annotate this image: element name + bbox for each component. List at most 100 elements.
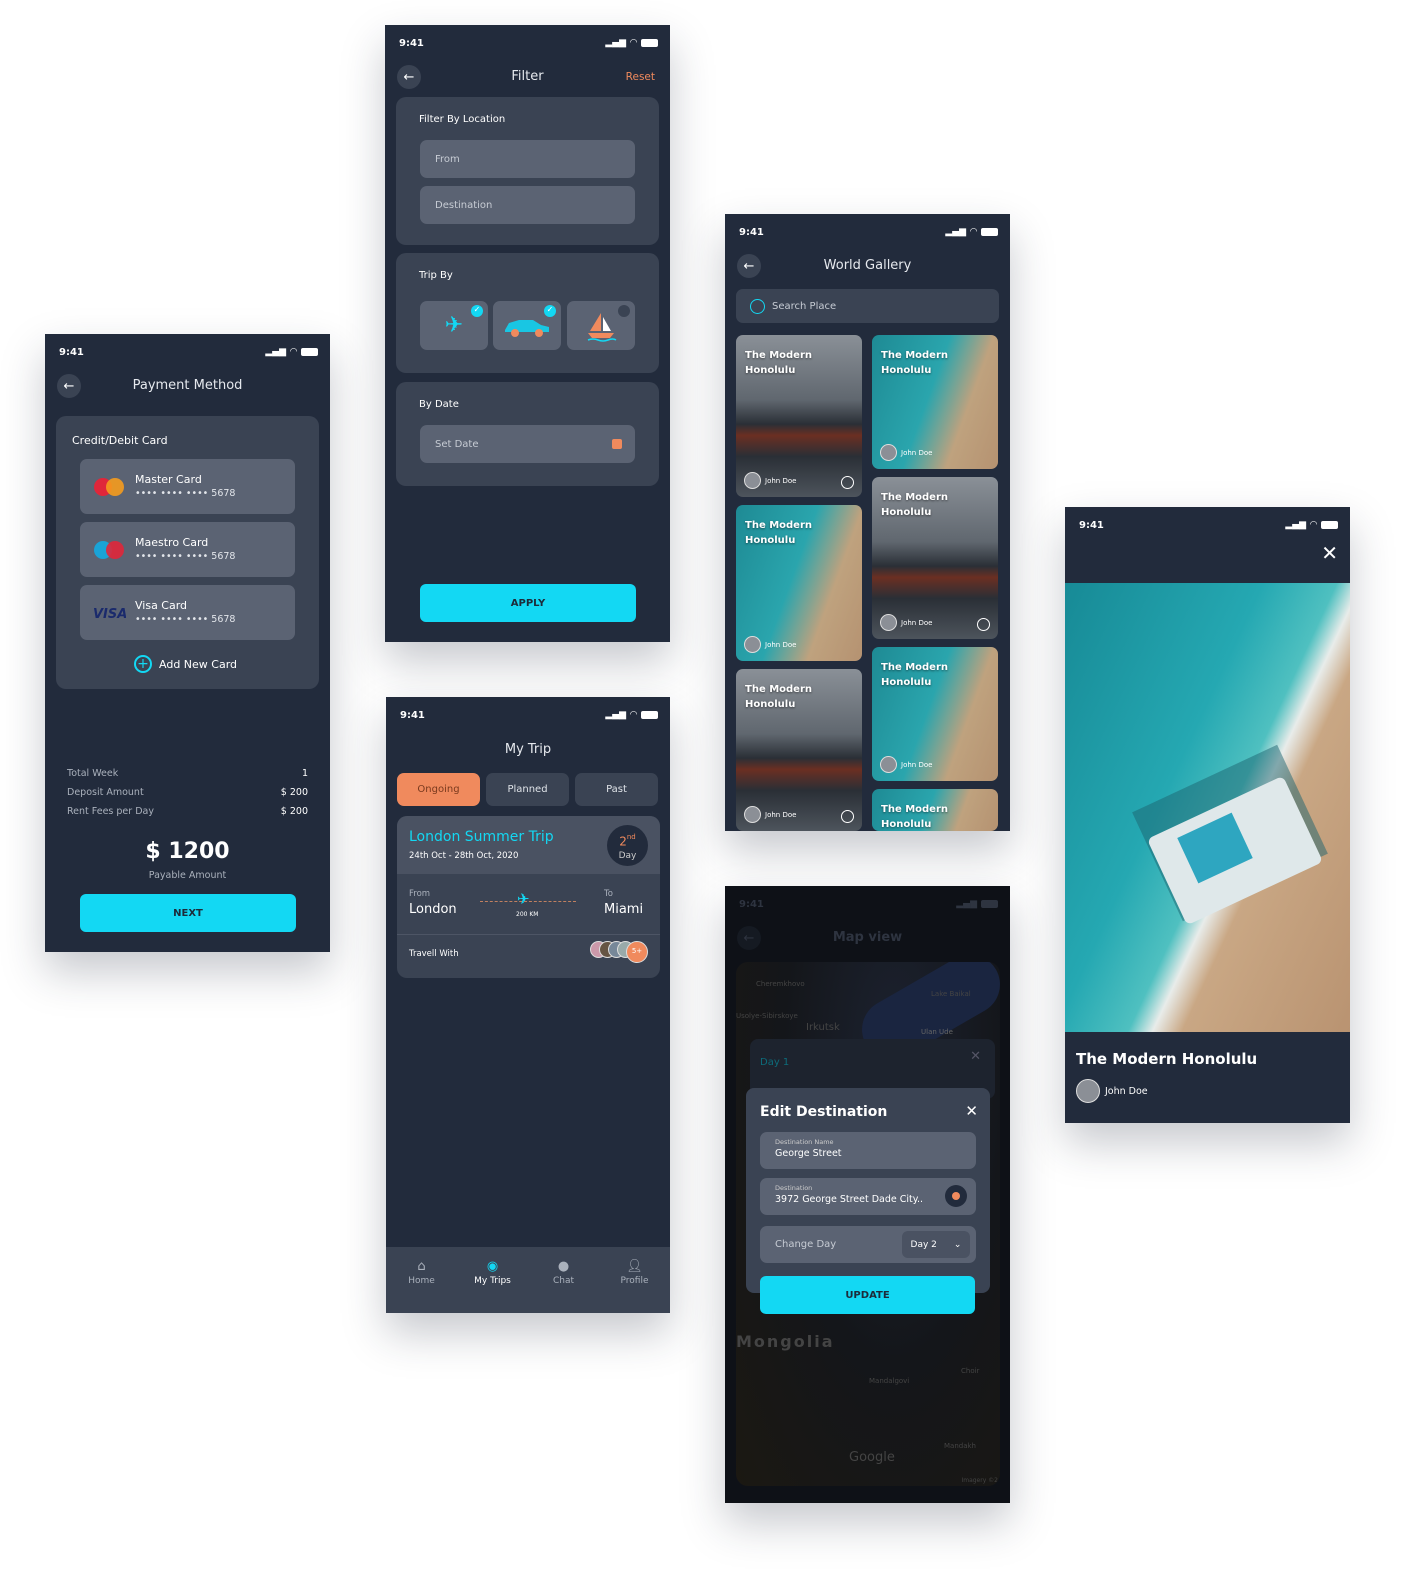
from-city: London — [409, 902, 457, 917]
card-maestro[interactable]: Maestro Card •••• •••• •••• 5678 — [80, 522, 295, 577]
date-input[interactable]: Set Date — [420, 425, 635, 463]
gallery-item[interactable]: The Modern Honolulu John Doe — [736, 335, 862, 497]
close-button[interactable]: ✕ — [965, 1102, 978, 1120]
day-badge: 2nd Day — [607, 825, 648, 866]
map-label-ulan-ude: Ulan Ude — [921, 1028, 953, 1036]
next-button[interactable]: NEXT — [80, 894, 296, 932]
plane-icon: ✈ — [517, 890, 530, 908]
filter-screen: 9:41 ▂▄▆ ◠ ← Filter Reset Filter By Locati… — [385, 25, 670, 642]
author[interactable]: John Doe — [1076, 1079, 1148, 1103]
my-trip-screen: 9:41 ▂▄▆ ◠ My Trip Ongoing Planned Past Lo… — [386, 697, 670, 1313]
globe-icon[interactable] — [841, 810, 854, 823]
section-label: Credit/Debit Card — [72, 434, 168, 447]
tab-ongoing[interactable]: Ongoing — [397, 773, 480, 806]
status-bar: 9:41 ▂▄▆ ◠ — [59, 344, 318, 360]
distance: 200 KM — [516, 911, 539, 918]
author: John Doe — [880, 756, 932, 773]
battery-icon — [1321, 521, 1338, 529]
globe-icon[interactable] — [977, 618, 990, 631]
trip-card[interactable]: London Summer Trip 24th Oct - 28th Oct, … — [397, 816, 660, 978]
signal-icon: ▂▄▆ — [265, 347, 287, 357]
wifi-icon: ◠ — [630, 710, 637, 720]
destination-input[interactable]: Destination — [420, 186, 635, 224]
mastercard-logo — [94, 478, 124, 496]
avatar — [880, 756, 897, 773]
gallery-item[interactable]: The Modern Honolulu John Doe — [736, 505, 862, 661]
add-card-button[interactable]: + Add New Card — [134, 655, 237, 673]
trip-option-plane[interactable]: ✈ ✓ — [420, 301, 488, 350]
companion-avatars[interactable]: 5+ — [590, 941, 648, 963]
gallery-item[interactable]: The Modern Honolulu — [872, 789, 998, 831]
gallery-item[interactable]: The Modern Honolulu John Doe — [872, 477, 998, 639]
location-panel: Filter By Location From Destination — [396, 97, 659, 245]
status-bar: 9:41 ▂▄▆ ◠ — [1079, 517, 1338, 533]
status-bar: 9:41 ▂▄▆ ◠ — [399, 35, 658, 51]
trip-dates: 24th Oct - 28th Oct, 2020 — [409, 851, 519, 861]
gallery-item[interactable]: The Modern Honolulu John Doe — [736, 669, 862, 831]
battery-icon — [641, 711, 658, 719]
update-button[interactable]: UPDATE — [760, 1276, 975, 1314]
wifi-icon: ◠ — [290, 347, 297, 357]
gallery-item-title: The Modern Honolulu — [881, 492, 949, 518]
photo-detail-screen: 9:41 ▂▄▆ ◠ ✕ The Modern Honolulu John Doe — [1065, 507, 1350, 1123]
avatar — [880, 614, 897, 631]
summary-row: Rent Fees per Day $ 200 — [67, 806, 308, 817]
nav-chat[interactable]: ● Chat — [534, 1259, 594, 1313]
signal-icon: ▂▄▆ — [605, 38, 627, 48]
page-title: Payment Method — [132, 378, 243, 393]
gallery-item-title: The Modern Honolulu — [881, 804, 949, 830]
page-title: World Gallery — [823, 258, 912, 273]
close-button[interactable]: ✕ — [1321, 541, 1338, 565]
globe-icon[interactable] — [841, 476, 854, 489]
trip-option-car[interactable]: ✓ — [493, 301, 561, 350]
plane-icon: ✈ — [444, 313, 464, 338]
trip-option-boat[interactable] — [567, 301, 635, 350]
change-day-row: Change Day Day 2 ⌄ — [760, 1226, 976, 1263]
nav-home[interactable]: ⌂ Home — [392, 1259, 452, 1313]
photo-title: The Modern Honolulu — [1076, 1050, 1258, 1068]
author: John Doe — [880, 444, 932, 461]
gallery-item[interactable]: The Modern Honolulu John Doe — [872, 335, 998, 469]
svg-text:VISA: VISA — [93, 607, 126, 622]
day-select[interactable]: Day 2 ⌄ — [902, 1231, 970, 1258]
author: John Doe — [744, 636, 796, 653]
signal-icon: ▂▄▆ — [945, 227, 967, 237]
battery-icon — [641, 39, 658, 47]
tab-past[interactable]: Past — [575, 773, 658, 806]
card-panel: Credit/Debit Card Master Card •••• •••• •… — [56, 416, 319, 689]
plus-circle-icon: + — [134, 655, 152, 673]
search-input[interactable]: Search Place — [736, 289, 999, 323]
destination-name-input[interactable]: Destination Name George Street — [760, 1132, 976, 1169]
wifi-icon: ◠ — [970, 227, 977, 237]
destination-input[interactable]: Destination 3972 George Street Dade City.… — [760, 1178, 976, 1215]
gallery-item[interactable]: The Modern Honolulu John Doe — [872, 647, 998, 781]
to-city: Miami — [604, 902, 644, 917]
gallery-item-title: The Modern Honolulu — [745, 684, 813, 710]
gallery-item-title: The Modern Honolulu — [881, 662, 949, 688]
chat-icon: ● — [557, 1259, 570, 1274]
tab-planned[interactable]: Planned — [486, 773, 569, 806]
check-icon: ✓ — [471, 305, 483, 317]
location-pin-icon[interactable] — [945, 1185, 967, 1207]
nav-profile[interactable]: 👤︎ Profile — [605, 1259, 665, 1313]
from-input[interactable]: From — [420, 140, 635, 178]
battery-icon — [981, 228, 998, 236]
map-screen: 9:41 ▂▄▆ ← Map view Cheremkhovo Usolye-Si… — [725, 886, 1010, 1503]
author: John Doe — [744, 472, 796, 489]
nav-my-trips[interactable]: ◉ My Trips — [463, 1259, 523, 1313]
apply-button[interactable]: APPLY — [420, 584, 636, 622]
reset-button[interactable]: Reset — [626, 71, 655, 83]
author: John Doe — [880, 614, 932, 631]
date-panel: By Date Set Date — [396, 382, 659, 486]
gallery-item-title: The Modern Honolulu — [881, 350, 949, 376]
status-bar: 9:41 ▂▄▆ ◠ — [400, 707, 658, 723]
author: John Doe — [744, 806, 796, 823]
card-mastercard[interactable]: Master Card •••• •••• •••• 5678 — [80, 459, 295, 514]
card-visa[interactable]: VISA Visa Card •••• •••• •••• 5678 — [80, 585, 295, 640]
close-icon: ✕ — [970, 1049, 981, 1064]
total-amount: $ 1200 — [145, 839, 230, 864]
gallery-item-title: The Modern Honolulu — [745, 350, 813, 376]
battery-icon — [301, 348, 318, 356]
page-title: Map view — [832, 930, 903, 945]
bottom-nav: ⌂ Home ◉ My Trips ● Chat 👤︎ Profile — [386, 1247, 670, 1313]
